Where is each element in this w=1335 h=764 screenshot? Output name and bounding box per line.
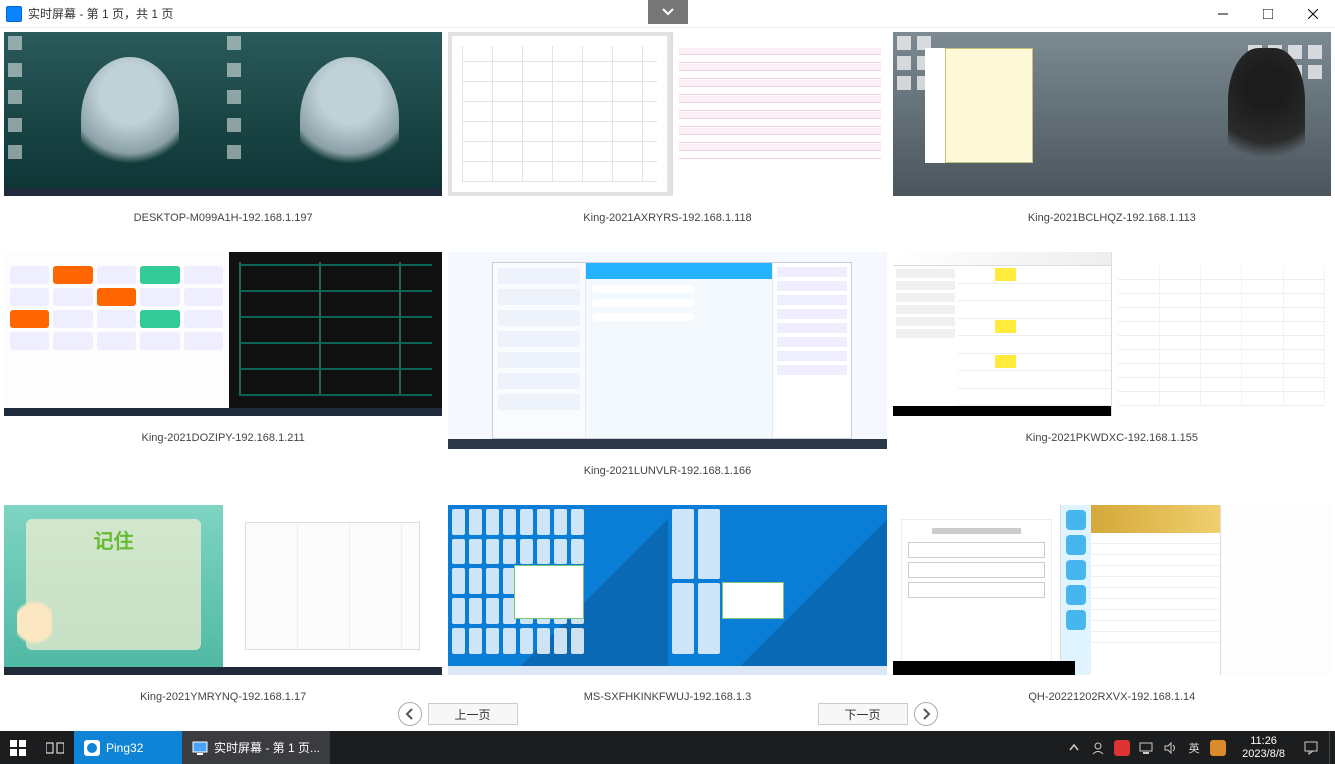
screen-label: King-2021BCLHQZ-192.168.1.113	[893, 196, 1331, 240]
clock-date: 2023/8/8	[1242, 748, 1285, 761]
tray-meet-icon[interactable]	[1090, 740, 1106, 756]
task-view-button[interactable]	[36, 731, 74, 764]
taskbar-app-ping32[interactable]: Ping32	[74, 731, 182, 764]
tray-ime-lang[interactable]: 英	[1186, 740, 1202, 756]
window-controls	[1200, 0, 1335, 28]
maximize-icon	[1263, 9, 1273, 19]
maximize-button[interactable]	[1245, 0, 1290, 28]
next-arrow-button[interactable]	[914, 702, 938, 726]
start-button[interactable]	[0, 731, 36, 764]
tray-hidden-icons-button[interactable]	[1066, 740, 1082, 756]
screen-cell: 记住 King-2021YMRYNQ-192.168.1.17	[4, 505, 442, 731]
taskbar-app-label: Ping32	[106, 741, 143, 755]
screen-label: King-2021PKWDXC-192.168.1.155	[893, 416, 1331, 460]
tray-security-icon[interactable]	[1114, 740, 1130, 756]
title-bar: 实时屏幕 - 第 1 页，共 1 页	[0, 0, 1335, 28]
screen-thumbnail[interactable]	[893, 252, 1331, 416]
ping32-icon	[84, 740, 100, 756]
screen-cell: King-2021PKWDXC-192.168.1.155	[893, 252, 1331, 505]
prev-arrow-button[interactable]	[398, 702, 422, 726]
windows-taskbar: Ping32 实时屏幕 - 第 1 页... 英 11:26 2023/8/8	[0, 731, 1335, 764]
screen-cell: King-2021LUNVLR-192.168.1.166	[448, 252, 886, 505]
arrow-right-icon	[920, 708, 932, 720]
taskbar-spacer	[330, 731, 1058, 764]
screen-thumbnail[interactable]	[4, 32, 442, 196]
chevron-down-icon	[661, 5, 675, 19]
screen-thumbnail[interactable]	[448, 252, 886, 449]
screen-cell: DESKTOP-M099A1H-192.168.1.197	[4, 32, 442, 252]
cartoon-title: 记住	[4, 525, 223, 554]
pager: 上一页 下一页	[0, 699, 1335, 729]
chevron-up-icon	[1069, 743, 1079, 753]
collapse-button[interactable]	[648, 0, 688, 24]
screen-thumbnail[interactable]	[893, 32, 1331, 196]
screens-grid: DESKTOP-M099A1H-192.168.1.197 King-2021A…	[0, 28, 1335, 731]
screen-thumbnail[interactable]	[4, 252, 442, 416]
task-view-icon	[46, 741, 64, 755]
monitor-icon	[192, 741, 208, 755]
screen-thumbnail[interactable]	[893, 505, 1331, 675]
screen-label: King-2021DOZIPY-192.168.1.211	[4, 416, 442, 460]
screen-thumbnail[interactable]: 记住	[4, 505, 442, 675]
notification-icon	[1303, 740, 1319, 756]
next-page-button[interactable]: 下一页	[818, 703, 908, 725]
screen-cell: MS-SXFHKINKFWUJ-192.168.1.3	[448, 505, 886, 731]
minimize-icon	[1218, 9, 1228, 19]
screen-cell: QH-20221202RXVX-192.168.1.14	[893, 505, 1331, 731]
system-tray: 英	[1058, 731, 1234, 764]
screen-thumbnail[interactable]	[448, 32, 886, 196]
close-button[interactable]	[1290, 0, 1335, 28]
action-center-button[interactable]	[1293, 731, 1329, 764]
taskbar-app-label: 实时屏幕 - 第 1 页...	[214, 739, 320, 756]
app-icon	[6, 6, 22, 22]
prev-page-button[interactable]: 上一页	[428, 703, 518, 725]
screen-label: King-2021LUNVLR-192.168.1.166	[448, 449, 886, 493]
minimize-button[interactable]	[1200, 0, 1245, 28]
windows-icon	[10, 740, 26, 756]
show-desktop-button[interactable]	[1329, 731, 1335, 764]
screen-cell: King-2021BCLHQZ-192.168.1.113	[893, 32, 1331, 252]
computer-icon	[1139, 741, 1153, 755]
speaker-icon	[1163, 741, 1177, 755]
clock-time: 11:26	[1250, 735, 1277, 748]
tray-network-icon[interactable]	[1138, 740, 1154, 756]
people-icon	[1090, 740, 1106, 756]
screen-label: King-2021AXRYRS-192.168.1.118	[448, 196, 886, 240]
screen-cell: King-2021AXRYRS-192.168.1.118	[448, 32, 886, 252]
taskbar-app-realtime-screen[interactable]: 实时屏幕 - 第 1 页...	[182, 731, 330, 764]
screen-cell: King-2021DOZIPY-192.168.1.211	[4, 252, 442, 505]
arrow-left-icon	[404, 708, 416, 720]
screen-thumbnail[interactable]	[448, 505, 886, 675]
close-icon	[1308, 9, 1318, 19]
taskbar-clock[interactable]: 11:26 2023/8/8	[1234, 731, 1293, 764]
tray-volume-icon[interactable]	[1162, 740, 1178, 756]
screen-label: DESKTOP-M099A1H-192.168.1.197	[4, 196, 442, 240]
tray-sogou-icon[interactable]	[1210, 740, 1226, 756]
window-title: 实时屏幕 - 第 1 页，共 1 页	[28, 5, 173, 22]
